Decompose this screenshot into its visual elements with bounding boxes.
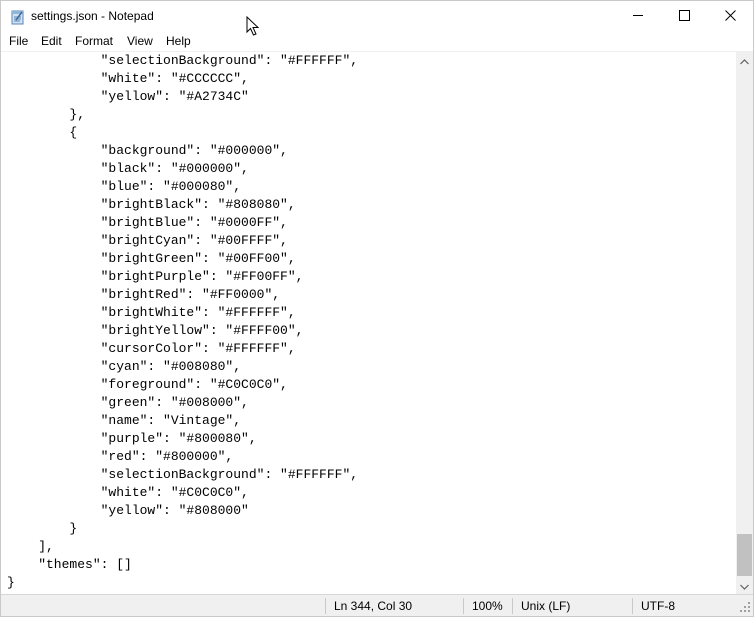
encoding: UTF-8 [641,599,675,613]
line-ending: Unix (LF) [521,599,571,613]
scroll-down-button[interactable] [736,577,753,594]
menu-help[interactable]: Help [166,34,191,49]
editor-line: }, [7,107,86,122]
editor-line: "selectionBackground": "#FFFFFF", [7,53,359,68]
editor-line: "white": "#C0C0C0", [7,485,249,500]
vertical-scrollbar[interactable] [736,52,753,594]
editor-line: "purple": "#800080", [7,431,257,446]
editor-line: "brightWhite": "#FFFFFF", [7,305,296,320]
editor-line: } [7,521,78,536]
chevron-down-icon [740,577,749,595]
editor-line: "brightRed": "#FF0000", [7,287,281,302]
editor-line: "brightCyan": "#00FFFF", [7,233,288,248]
menu-file[interactable]: File [9,34,28,49]
editor-line: { [7,125,78,140]
editor-line: ], [7,539,54,554]
menu-view[interactable]: View [127,34,153,49]
editor-line: "brightYellow": "#FFFF00", [7,323,304,338]
scrollbar-thumb[interactable] [737,534,752,576]
resize-grip-icon[interactable] [739,600,751,614]
menu-format[interactable]: Format [75,34,113,49]
minimize-button[interactable] [615,1,661,32]
close-button[interactable] [707,1,753,32]
editor-line: "yellow": "#A2734C" [7,89,249,104]
status-separator [325,598,326,614]
scroll-up-button[interactable] [736,52,753,69]
minimize-icon [632,8,644,26]
editor-line: "brightGreen": "#00FF00", [7,251,296,266]
menu-bar: File Edit Format View Help [1,32,753,51]
window-title: settings.json - Notepad [31,9,154,23]
editor-line: "themes": [] [7,557,132,572]
editor-line: "brightBlack": "#808080", [7,197,296,212]
editor-line: "selectionBackground": "#FFFFFF", [7,467,359,482]
status-separator [512,598,513,614]
cursor-position: Ln 344, Col 30 [334,599,413,613]
zoom-level: 100% [472,599,503,613]
status-separator [463,598,464,614]
editor-line: "black": "#000000", [7,161,249,176]
notepad-window: settings.json - Notepad File Edit Format… [0,0,754,617]
editor-line: "cyan": "#008080", [7,359,242,374]
editor-line: "blue": "#000080", [7,179,242,194]
editor-line: "yellow": "#808000" [7,503,249,518]
text-editor[interactable]: "selectionBackground": "#FFFFFF", "white… [1,52,736,594]
close-icon [724,8,736,26]
editor-line: "red": "#800000", [7,449,234,464]
editor-line: "brightPurple": "#FF00FF", [7,269,304,284]
title-bar[interactable]: settings.json - Notepad [1,1,753,32]
editor-line: } [7,575,15,590]
notepad-icon [11,9,25,25]
editor-line: "cursorColor": "#FFFFFF", [7,341,296,356]
editor-line: "foreground": "#C0C0C0", [7,377,288,392]
status-separator [632,598,633,614]
maximize-button[interactable] [661,1,707,32]
maximize-icon [678,8,690,26]
editor-line: "white": "#CCCCCC", [7,71,249,86]
editor-line: "name": "Vintage", [7,413,242,428]
editor-line: "brightBlue": "#0000FF", [7,215,288,230]
status-bar: Ln 344, Col 30 100% Unix (LF) UTF-8 [1,594,753,616]
editor-line: "background": "#000000", [7,143,288,158]
editor-line: "green": "#008000", [7,395,249,410]
menu-edit[interactable]: Edit [41,34,62,49]
chevron-up-icon [740,52,749,70]
mouse-cursor-icon [246,15,260,37]
